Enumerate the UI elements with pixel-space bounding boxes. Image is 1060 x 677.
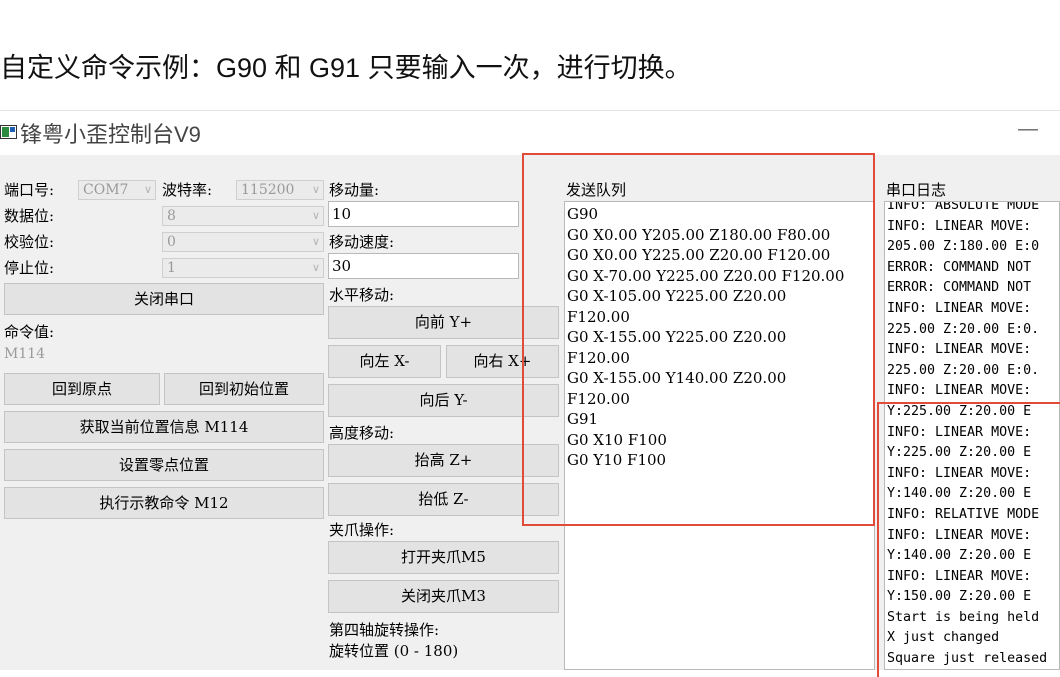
log-line: INFO: LINEAR MOVE:: [887, 465, 1032, 481]
rotation-label: 第四轴旋转操作:: [329, 621, 440, 639]
log-line: Square just released: [887, 651, 1048, 667]
databits-select[interactable]: 8 ∨: [162, 206, 324, 226]
window-title: 锋粤小歪控制台V9: [20, 122, 201, 147]
log-line: ERROR: COMMAND NOT: [887, 259, 1032, 275]
queue-line: G0 X0.00 Y225.00 Z20.00 F120.00: [567, 246, 831, 264]
queue-line: G0 X-155.00 Y225.00 Z20.00: [567, 328, 787, 346]
log-line: INFO: LINEAR MOVE:: [887, 424, 1032, 440]
baud-label: 波特率:: [162, 181, 213, 199]
databits-label: 数据位:: [4, 207, 55, 225]
stopbits-value: 1: [167, 260, 176, 276]
raise-button[interactable]: 抬高 Z+: [328, 444, 559, 477]
move-amount-label: 移动量:: [329, 181, 380, 199]
log-line: X just changed: [887, 630, 1000, 646]
log-line: Y:140.00 Z:20.00 E: [887, 486, 1032, 502]
queue-line: G0 X-70.00 Y225.00 Z20.00 F120.00: [567, 266, 845, 285]
log-line: 205.00 Z:180.00 E:0: [887, 239, 1040, 255]
serial-log-lines: INFO: ABSOLUTE MODE INFO: LINEAR MOVE: 205…: [885, 201, 1059, 669]
back-button[interactable]: 向后 Y-: [328, 384, 559, 417]
log-line: Start is being held: [887, 609, 1040, 625]
set-zero-button[interactable]: 设置零点位置: [4, 449, 324, 481]
initial-position-button[interactable]: 回到初始位置: [164, 373, 324, 405]
queue-line: F120.00: [567, 307, 630, 326]
log-line: INFO: RELATIVE MODE: [887, 506, 1040, 522]
chevron-down-icon: ∨: [143, 183, 152, 196]
move-amount-input[interactable]: 10: [328, 201, 519, 227]
baud-select[interactable]: 115200 ∨: [236, 180, 324, 200]
queue-line: G0 X-105.00 Y225.00 Z20.00: [567, 287, 787, 305]
baud-value: 115200: [241, 182, 295, 198]
serial-log-textarea[interactable]: INFO: ABSOLUTE MODE INFO: LINEAR MOVE: 205…: [884, 201, 1060, 670]
log-line: INFO: LINEAR MOVE:: [887, 568, 1032, 584]
right-button[interactable]: 向右 X+: [446, 345, 559, 378]
rotation-range-label: 旋转位置 (0 - 180): [329, 642, 459, 660]
log-line: Y:150.00 Z:20.00 E: [887, 589, 1032, 605]
command-value[interactable]: M114: [4, 346, 45, 362]
forward-button[interactable]: 向前 Y+: [328, 306, 559, 339]
log-line: Y:225.00 Z:20.00 E: [887, 403, 1032, 419]
port-value: COM7: [83, 182, 129, 198]
log-line: INFO: ABSOLUTE MODE: [887, 201, 1040, 213]
home-button[interactable]: 回到原点: [4, 373, 160, 405]
log-line: INFO: LINEAR MOVE:: [887, 383, 1032, 399]
port-label: 端口号:: [4, 181, 55, 199]
chevron-down-icon: ∨: [311, 261, 320, 274]
close-gripper-button[interactable]: 关闭夹爪M3: [328, 580, 559, 613]
command-label: 命令值:: [4, 323, 55, 341]
stopbits-select[interactable]: 1 ∨: [162, 258, 324, 278]
port-select[interactable]: COM7 ∨: [78, 180, 156, 200]
log-line: INFO: LINEAR MOVE:: [887, 218, 1032, 234]
queue-line: G0 Y10 F100: [567, 451, 667, 469]
queue-line: G91: [567, 410, 599, 428]
queue-line: F120.00: [567, 389, 630, 408]
databits-value: 8: [167, 208, 176, 224]
queue-line: G0 X10 F100: [567, 430, 667, 449]
height-move-label: 高度移动:: [329, 424, 395, 442]
lower-button[interactable]: 抬低 Z-: [328, 483, 559, 516]
log-line: Y:140.00 Z:20.00 E: [887, 548, 1032, 564]
log-line: ERROR: COMMAND NOT: [887, 280, 1032, 296]
caption-text: 自定义命令示例：G90 和 G91 只要输入一次，进行切换。: [0, 53, 692, 83]
app-window-icon: [0, 124, 17, 139]
stopbits-label: 停止位:: [4, 259, 55, 277]
parity-value: 0: [167, 234, 176, 250]
log-line: INFO: LINEAR MOVE:: [887, 342, 1032, 358]
get-position-button[interactable]: 获取当前位置信息 M114: [4, 411, 324, 443]
parity-label: 校验位:: [4, 233, 55, 251]
gripper-label: 夹爪操作:: [329, 521, 395, 539]
close-port-button[interactable]: 关闭串口: [4, 283, 324, 315]
serial-log-label: 串口日志: [886, 181, 947, 199]
log-line: 225.00 Z:20.00 E:0.: [887, 362, 1040, 378]
queue-line: G90: [567, 205, 599, 223]
chevron-down-icon: ∨: [311, 183, 320, 196]
queue-line: F120.00: [567, 348, 630, 367]
open-gripper-button[interactable]: 打开夹爪M5: [328, 541, 559, 574]
log-line: Y:225.00 Z:20.00 E: [887, 445, 1032, 461]
log-line: 225.00 Z:20.00 E:0.: [887, 321, 1040, 337]
teach-command-button[interactable]: 执行示教命令 M12: [4, 487, 324, 519]
chevron-down-icon: ∨: [311, 209, 320, 222]
queue-line: G0 X0.00 Y205.00 Z180.00 F80.00: [567, 225, 831, 244]
move-speed-label: 移动速度:: [329, 233, 395, 251]
left-button[interactable]: 向左 X-: [328, 345, 441, 378]
log-line: INFO: LINEAR MOVE:: [887, 300, 1032, 316]
send-queue-lines: G90 G0 X0.00 Y205.00 Z180.00 F80.00 G0 X0.…: [565, 204, 874, 471]
log-line: INFO: LINEAR MOVE:: [887, 527, 1032, 543]
parity-select[interactable]: 0 ∨: [162, 232, 324, 252]
minimize-button[interactable]: —: [1018, 118, 1038, 141]
horizontal-move-label: 水平移动:: [329, 286, 395, 304]
move-speed-input[interactable]: 30: [328, 253, 519, 279]
queue-line: G0 X-155.00 Y140.00 Z20.00: [567, 369, 787, 387]
send-queue-textarea[interactable]: G90 G0 X0.00 Y205.00 Z180.00 F80.00 G0 X0.…: [564, 201, 875, 670]
send-queue-label: 发送队列: [566, 181, 627, 199]
chevron-down-icon: ∨: [311, 235, 320, 248]
